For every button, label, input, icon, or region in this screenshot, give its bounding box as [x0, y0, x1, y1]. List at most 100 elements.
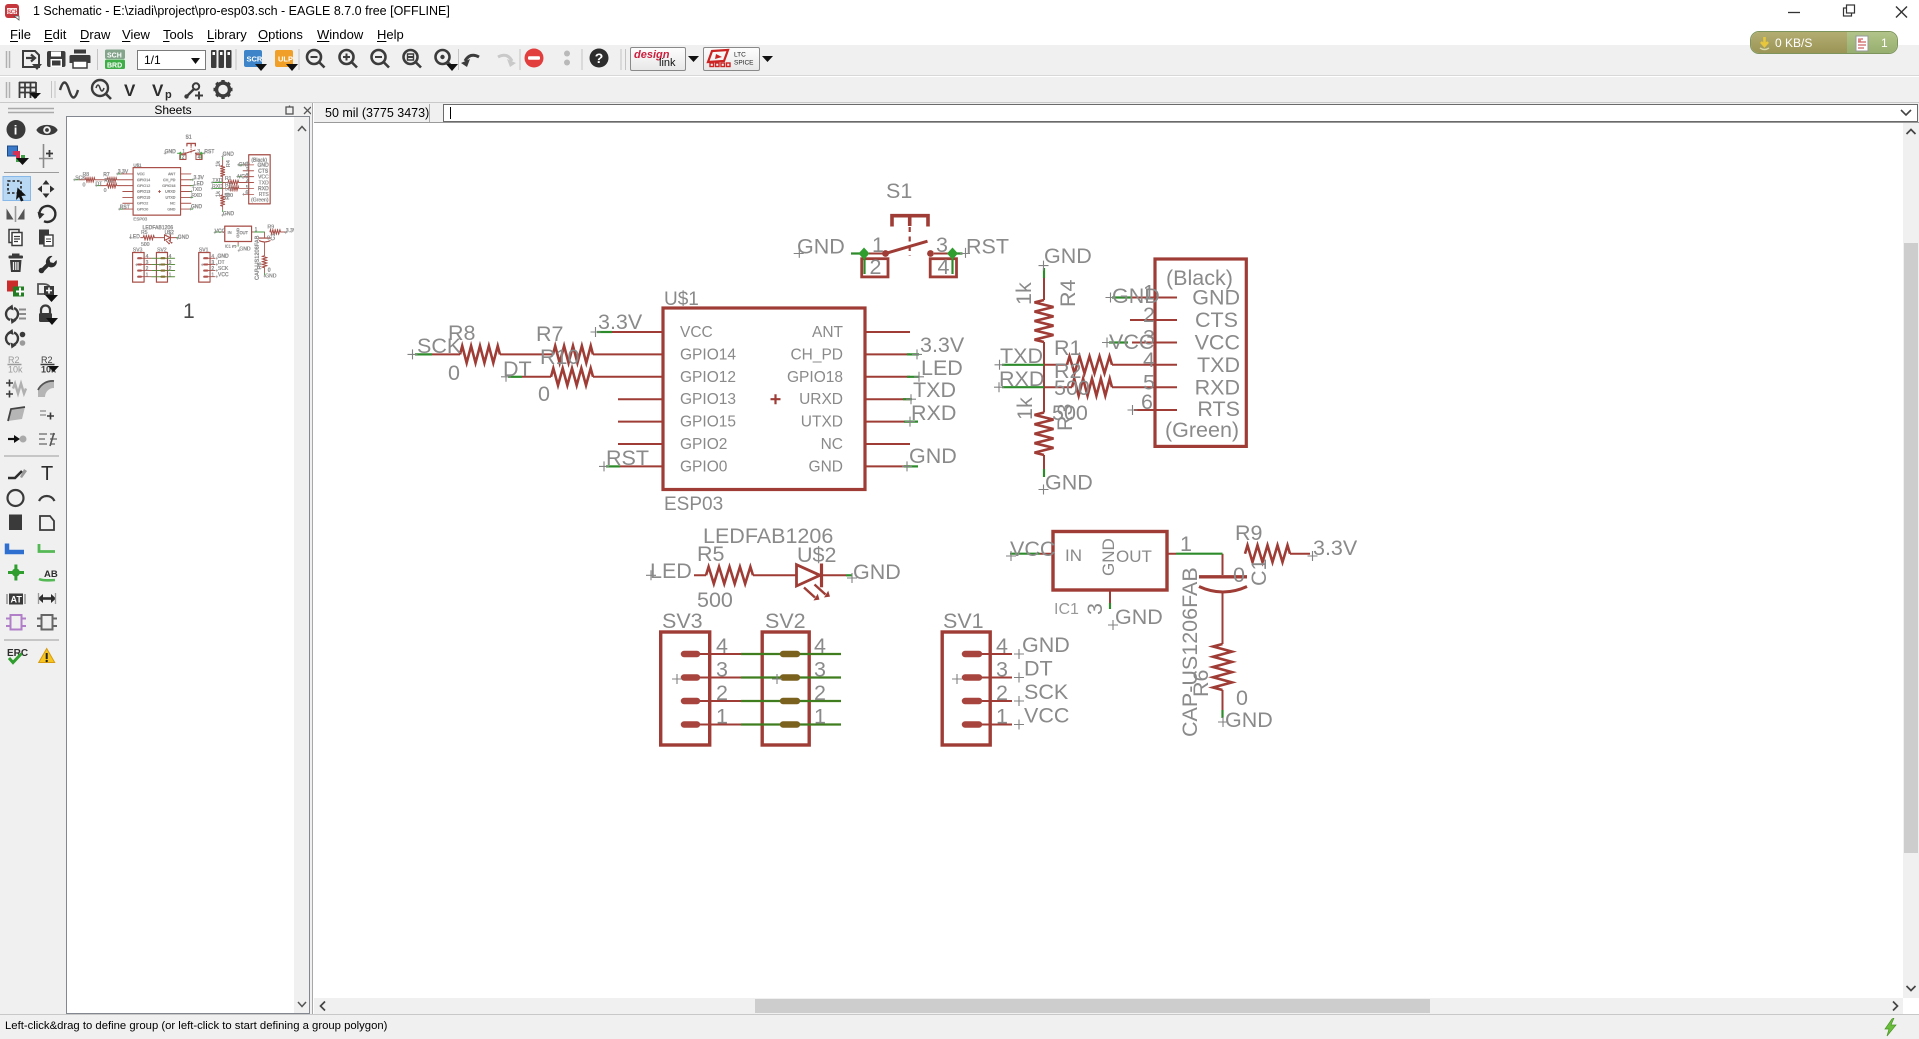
svg-text:R2: R2: [8, 355, 20, 365]
svg-text:0: 0: [448, 361, 460, 385]
svg-text:3: 3: [996, 658, 1008, 682]
svg-text:1: 1: [814, 705, 826, 729]
svg-text:R6: R6: [1189, 669, 1213, 697]
svg-text:ESP03: ESP03: [664, 494, 723, 515]
svg-text:GPIO0: GPIO0: [680, 458, 728, 475]
svg-text:1: 1: [872, 233, 884, 257]
svg-text:SV2: SV2: [765, 609, 806, 633]
svg-text:VCC: VCC: [1195, 331, 1240, 355]
svg-text:0: 0: [1233, 563, 1245, 587]
svg-text:AB: AB: [44, 569, 58, 580]
svg-text:UTXD: UTXD: [801, 414, 843, 431]
svg-text:2: 2: [996, 681, 1008, 705]
svg-text:VCC: VCC: [680, 324, 713, 341]
svg-text:0: 0: [1236, 686, 1248, 710]
svg-text:1: 1: [1143, 281, 1155, 305]
svg-text:1: 1: [996, 705, 1008, 729]
svg-text:U$2: U$2: [797, 543, 836, 567]
svg-text:3: 3: [716, 658, 728, 682]
svg-text:NC: NC: [821, 436, 843, 453]
svg-text:RTS: RTS: [1197, 397, 1240, 421]
svg-text:CAP-US1206FAB: CAP-US1206FAB: [1178, 567, 1202, 737]
svg-text:4: 4: [814, 634, 826, 658]
svg-text:2: 2: [870, 255, 882, 279]
svg-text:4: 4: [996, 634, 1008, 658]
svg-text:GND: GND: [1115, 605, 1163, 629]
svg-text:i: i: [14, 123, 18, 138]
svg-text:3.3V: 3.3V: [598, 310, 643, 334]
svg-text:GND: GND: [1045, 471, 1093, 495]
svg-text:SCH: SCH: [7, 9, 19, 15]
svg-text:TXD: TXD: [1197, 353, 1240, 377]
svg-text:GPIO2: GPIO2: [680, 436, 727, 453]
svg-text:R8: R8: [448, 321, 476, 345]
svg-text:GPIO13: GPIO13: [680, 391, 736, 408]
svg-text:4: 4: [716, 634, 728, 658]
svg-text:URXD: URXD: [799, 391, 843, 408]
svg-text:RST: RST: [606, 446, 649, 470]
svg-text:3: 3: [1083, 603, 1107, 615]
svg-text:1: 1: [1180, 532, 1192, 556]
svg-text:CTS: CTS: [1195, 308, 1238, 332]
svg-text:GND: GND: [809, 458, 843, 475]
svg-text:GND: GND: [909, 444, 957, 468]
svg-text:TXD: TXD: [913, 378, 956, 402]
svg-text:U$1: U$1: [664, 289, 699, 310]
svg-text:TXD: TXD: [1000, 344, 1043, 368]
svg-text:4: 4: [1143, 348, 1155, 372]
svg-text:1: 1: [716, 705, 728, 729]
svg-text:ANT: ANT: [812, 324, 844, 341]
svg-text:AT: AT: [11, 595, 23, 605]
svg-text:GPIO12: GPIO12: [680, 369, 736, 386]
svg-text:3: 3: [936, 233, 948, 257]
svg-text:OUT: OUT: [1116, 547, 1152, 566]
svg-text:1k: 1k: [1012, 282, 1036, 305]
svg-text:2: 2: [716, 681, 728, 705]
svg-text:SV3: SV3: [662, 609, 703, 633]
svg-text:RXD: RXD: [999, 367, 1044, 391]
svg-text:R4: R4: [1056, 279, 1080, 307]
svg-text:SCK: SCK: [1024, 680, 1069, 704]
svg-text:2: 2: [814, 681, 826, 705]
svg-text:DT: DT: [503, 357, 532, 381]
svg-text:R2: R2: [41, 355, 53, 365]
svg-text:2: 2: [1143, 303, 1155, 327]
svg-text:LED: LED: [921, 356, 963, 380]
svg-text:GND: GND: [1022, 633, 1070, 657]
svg-text:C1: C1: [1247, 559, 1271, 586]
svg-text:SV1: SV1: [943, 609, 984, 633]
svg-text:RST: RST: [966, 235, 1009, 259]
svg-text:3: 3: [1143, 326, 1155, 350]
svg-text:GND: GND: [797, 235, 845, 259]
svg-text:0: 0: [538, 382, 550, 406]
svg-text:GND: GND: [1225, 708, 1273, 732]
svg-text:CH_PD: CH_PD: [790, 346, 843, 363]
svg-text:GPIO14: GPIO14: [680, 346, 736, 363]
svg-text:1k: 1k: [1013, 397, 1037, 420]
svg-text:4: 4: [938, 255, 950, 279]
svg-text:DT: DT: [1024, 657, 1053, 681]
svg-text:3: 3: [814, 658, 826, 682]
svg-text:GND: GND: [1099, 538, 1118, 576]
svg-text:10k: 10k: [8, 365, 23, 375]
svg-text:3.3V: 3.3V: [1313, 536, 1358, 560]
svg-text:6: 6: [1141, 390, 1153, 414]
svg-text:R1: R1: [1054, 336, 1081, 360]
svg-text:R9: R9: [1235, 521, 1262, 545]
svg-text:R5: R5: [697, 542, 725, 566]
svg-text:R10: R10: [540, 345, 579, 369]
svg-text:GND: GND: [853, 560, 901, 584]
svg-text:IC1: IC1: [1054, 601, 1079, 618]
svg-text:T: T: [41, 463, 53, 485]
svg-text:500: 500: [1054, 376, 1090, 400]
svg-text:(Green): (Green): [1165, 418, 1239, 442]
svg-text:RXD: RXD: [911, 401, 956, 425]
svg-text:VCC: VCC: [1024, 704, 1069, 728]
svg-text:GPIO15: GPIO15: [680, 414, 736, 431]
svg-text:3.3V: 3.3V: [920, 333, 965, 357]
svg-text:GND: GND: [1044, 244, 1092, 268]
svg-text:VCC: VCC: [1010, 537, 1055, 561]
svg-text:LED: LED: [650, 559, 692, 583]
svg-text:S1: S1: [886, 179, 912, 203]
svg-text:R3: R3: [1053, 403, 1077, 431]
